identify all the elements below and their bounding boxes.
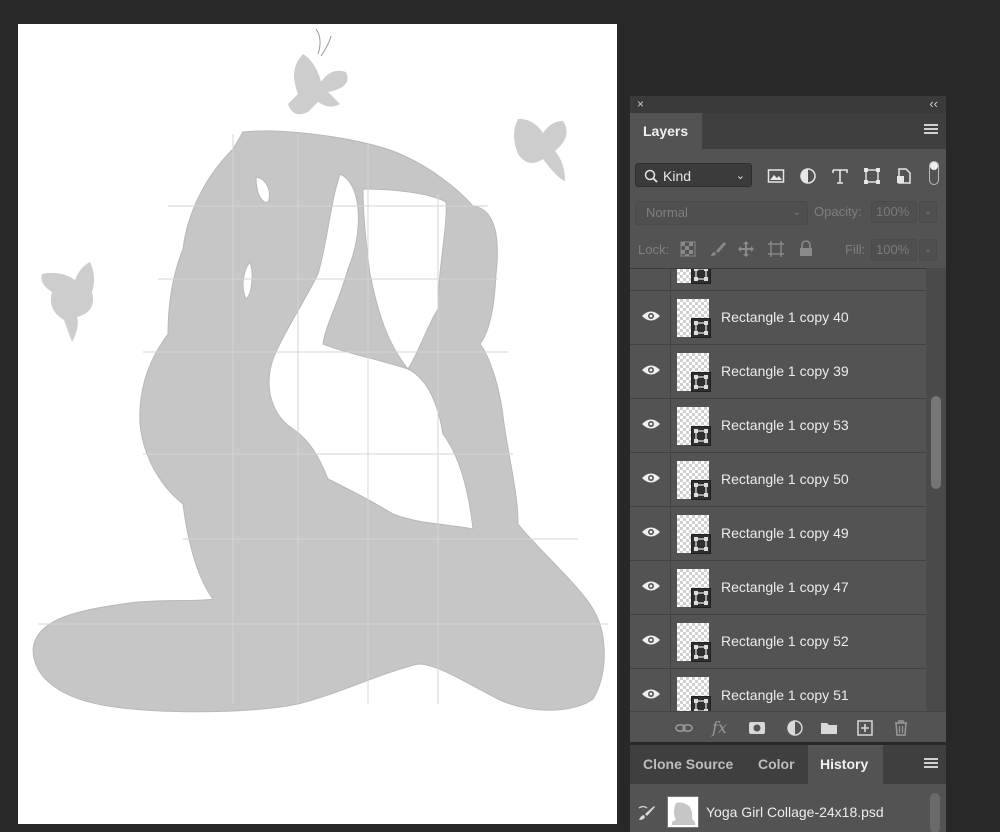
type-filter-icon[interactable] bbox=[831, 167, 849, 185]
opacity-dropdown-button[interactable]: ⌄ bbox=[919, 201, 937, 223]
layer-row[interactable]: Rectangle 1 copy 53 bbox=[630, 399, 926, 453]
shape-layer-badge-icon bbox=[691, 642, 711, 662]
lock-label: Lock: bbox=[638, 242, 670, 257]
visibility-eye-icon[interactable] bbox=[641, 525, 661, 539]
new-adjustment-layer-icon[interactable] bbox=[785, 718, 805, 738]
panel-menu-icon[interactable] bbox=[924, 124, 938, 136]
layer-row[interactable]: Rectangle 1 copy 49 bbox=[630, 507, 926, 561]
butterfly-right bbox=[514, 118, 567, 181]
yoga-figure-silhouette bbox=[32, 130, 605, 713]
layer-row[interactable]: Rectangle 1 copy 52 bbox=[630, 615, 926, 669]
yoga-silhouette-artwork bbox=[32, 28, 608, 713]
layer-row[interactable]: Rectangle 1 copy 39 bbox=[630, 345, 926, 399]
visibility-eye-icon[interactable] bbox=[641, 633, 661, 647]
collapse-panel-button[interactable]: ‹‹ bbox=[929, 96, 938, 111]
layer-row-partial[interactable] bbox=[630, 269, 926, 291]
butterfly-top bbox=[288, 28, 348, 115]
layer-row[interactable]: Rectangle 1 copy 40 bbox=[630, 291, 926, 345]
history-tab-bar: Clone Source Color History bbox=[630, 745, 946, 784]
visibility-eye-icon[interactable] bbox=[641, 417, 661, 431]
tab-layers[interactable]: Layers bbox=[630, 113, 702, 149]
add-mask-icon[interactable] bbox=[747, 718, 767, 738]
shape-layer-badge-icon bbox=[691, 588, 711, 608]
layer-name[interactable]: Rectangle 1 copy 51 bbox=[721, 687, 849, 703]
layer-filter-row: Kind ⌄ bbox=[630, 158, 946, 192]
visibility-eye-icon[interactable] bbox=[641, 579, 661, 593]
butterfly-left bbox=[41, 262, 95, 342]
fill-input[interactable]: 100% bbox=[871, 239, 917, 261]
shape-layer-badge-icon bbox=[691, 269, 711, 284]
new-group-folder-icon[interactable] bbox=[819, 718, 839, 738]
history-panel: Clone Source Color History Yoga Girl Col… bbox=[630, 745, 946, 832]
shape-layer-badge-icon bbox=[691, 480, 711, 500]
link-layers-icon[interactable] bbox=[674, 718, 694, 738]
layer-name[interactable]: Rectangle 1 copy 40 bbox=[721, 309, 849, 325]
shape-layer-badge-icon bbox=[691, 534, 711, 554]
fill-dropdown-button[interactable]: ⌄ bbox=[919, 239, 937, 261]
shape-layer-badge-icon bbox=[691, 372, 711, 392]
panel-menu-icon[interactable] bbox=[924, 758, 938, 770]
chevron-down-icon: ⌄ bbox=[792, 207, 801, 218]
search-icon bbox=[644, 164, 658, 195]
blend-mode-value: Normal bbox=[646, 205, 688, 220]
filter-toggle[interactable] bbox=[929, 161, 939, 185]
layer-name[interactable]: Rectangle 1 copy 52 bbox=[721, 633, 849, 649]
adjustment-filter-icon[interactable] bbox=[799, 167, 817, 185]
new-layer-icon[interactable] bbox=[855, 718, 875, 738]
history-scrollbar-thumb[interactable] bbox=[930, 793, 940, 832]
lock-fill-row: Lock: Fill: 100% ⌄ bbox=[630, 236, 946, 264]
lock-image-pixels-icon[interactable] bbox=[709, 240, 727, 258]
opacity-input[interactable]: 100% bbox=[871, 201, 917, 223]
snapshot-thumbnail bbox=[667, 796, 699, 828]
layer-name[interactable]: Rectangle 1 copy 50 bbox=[721, 471, 849, 487]
layer-name[interactable]: Rectangle 1 copy 47 bbox=[721, 579, 849, 595]
shape-layer-badge-icon bbox=[691, 696, 711, 712]
close-panel-button[interactable]: × bbox=[637, 97, 644, 111]
layer-row[interactable]: Rectangle 1 copy 50 bbox=[630, 453, 926, 507]
layer-list[interactable]: Rectangle 1 copy 40 Rectangle 1 copy 39 … bbox=[630, 268, 926, 712]
history-snapshot-item[interactable]: Yoga Girl Collage-24x18.psd bbox=[630, 793, 926, 829]
blend-mode-dropdown[interactable]: Normal ⌄ bbox=[635, 201, 808, 225]
lock-artboard-icon[interactable] bbox=[767, 240, 785, 258]
layer-name[interactable]: Rectangle 1 copy 53 bbox=[721, 417, 849, 433]
layers-tab-bar: Layers bbox=[630, 113, 946, 149]
shape-layer-badge-icon bbox=[691, 318, 711, 338]
document-canvas[interactable] bbox=[18, 24, 617, 824]
filter-kind-label: Kind bbox=[663, 168, 692, 184]
delete-layer-trash-icon[interactable] bbox=[891, 718, 911, 738]
image-filter-icon[interactable] bbox=[767, 167, 785, 185]
shape-layer-badge-icon bbox=[691, 426, 711, 446]
snapshot-name: Yoga Girl Collage-24x18.psd bbox=[706, 804, 884, 820]
layers-scrollbar-thumb[interactable] bbox=[931, 396, 941, 489]
smart-object-filter-icon[interactable] bbox=[895, 167, 913, 185]
history-brush-source-icon[interactable] bbox=[637, 803, 657, 823]
visibility-eye-icon[interactable] bbox=[641, 309, 661, 323]
layers-scrollbar-track[interactable] bbox=[926, 268, 946, 711]
lock-all-icon[interactable] bbox=[797, 240, 815, 258]
chevron-down-icon: ⌄ bbox=[735, 170, 745, 182]
visibility-eye-icon[interactable] bbox=[641, 363, 661, 377]
layer-style-fx-button[interactable]: fx bbox=[712, 718, 732, 738]
layer-name[interactable]: Rectangle 1 copy 49 bbox=[721, 525, 849, 541]
lock-transparent-pixels-icon[interactable] bbox=[679, 240, 697, 258]
opacity-label: Opacity: bbox=[814, 204, 862, 219]
tab-history[interactable]: History bbox=[808, 745, 883, 784]
layer-row[interactable]: Rectangle 1 copy 51 bbox=[630, 669, 926, 712]
layers-panel: × ‹‹ Layers Kind ⌄ Normal ⌄ Opacity: 100… bbox=[630, 96, 946, 742]
filter-kind-dropdown[interactable]: Kind ⌄ bbox=[635, 163, 752, 187]
visibility-eye-icon[interactable] bbox=[641, 687, 661, 701]
layer-name[interactable]: Rectangle 1 copy 39 bbox=[721, 363, 849, 379]
panel-header-bar: × ‹‹ bbox=[630, 96, 946, 113]
layers-bottom-toolbar: fx bbox=[630, 711, 946, 742]
blend-opacity-row: Normal ⌄ Opacity: 100% ⌄ bbox=[630, 199, 946, 227]
layer-row[interactable]: Rectangle 1 copy 47 bbox=[630, 561, 926, 615]
shape-filter-icon[interactable] bbox=[863, 167, 881, 185]
visibility-eye-icon[interactable] bbox=[641, 471, 661, 485]
lock-position-icon[interactable] bbox=[737, 240, 755, 258]
fill-label: Fill: bbox=[845, 242, 866, 257]
tab-clone-source[interactable]: Clone Source bbox=[630, 745, 747, 784]
tab-color[interactable]: Color bbox=[747, 745, 807, 784]
